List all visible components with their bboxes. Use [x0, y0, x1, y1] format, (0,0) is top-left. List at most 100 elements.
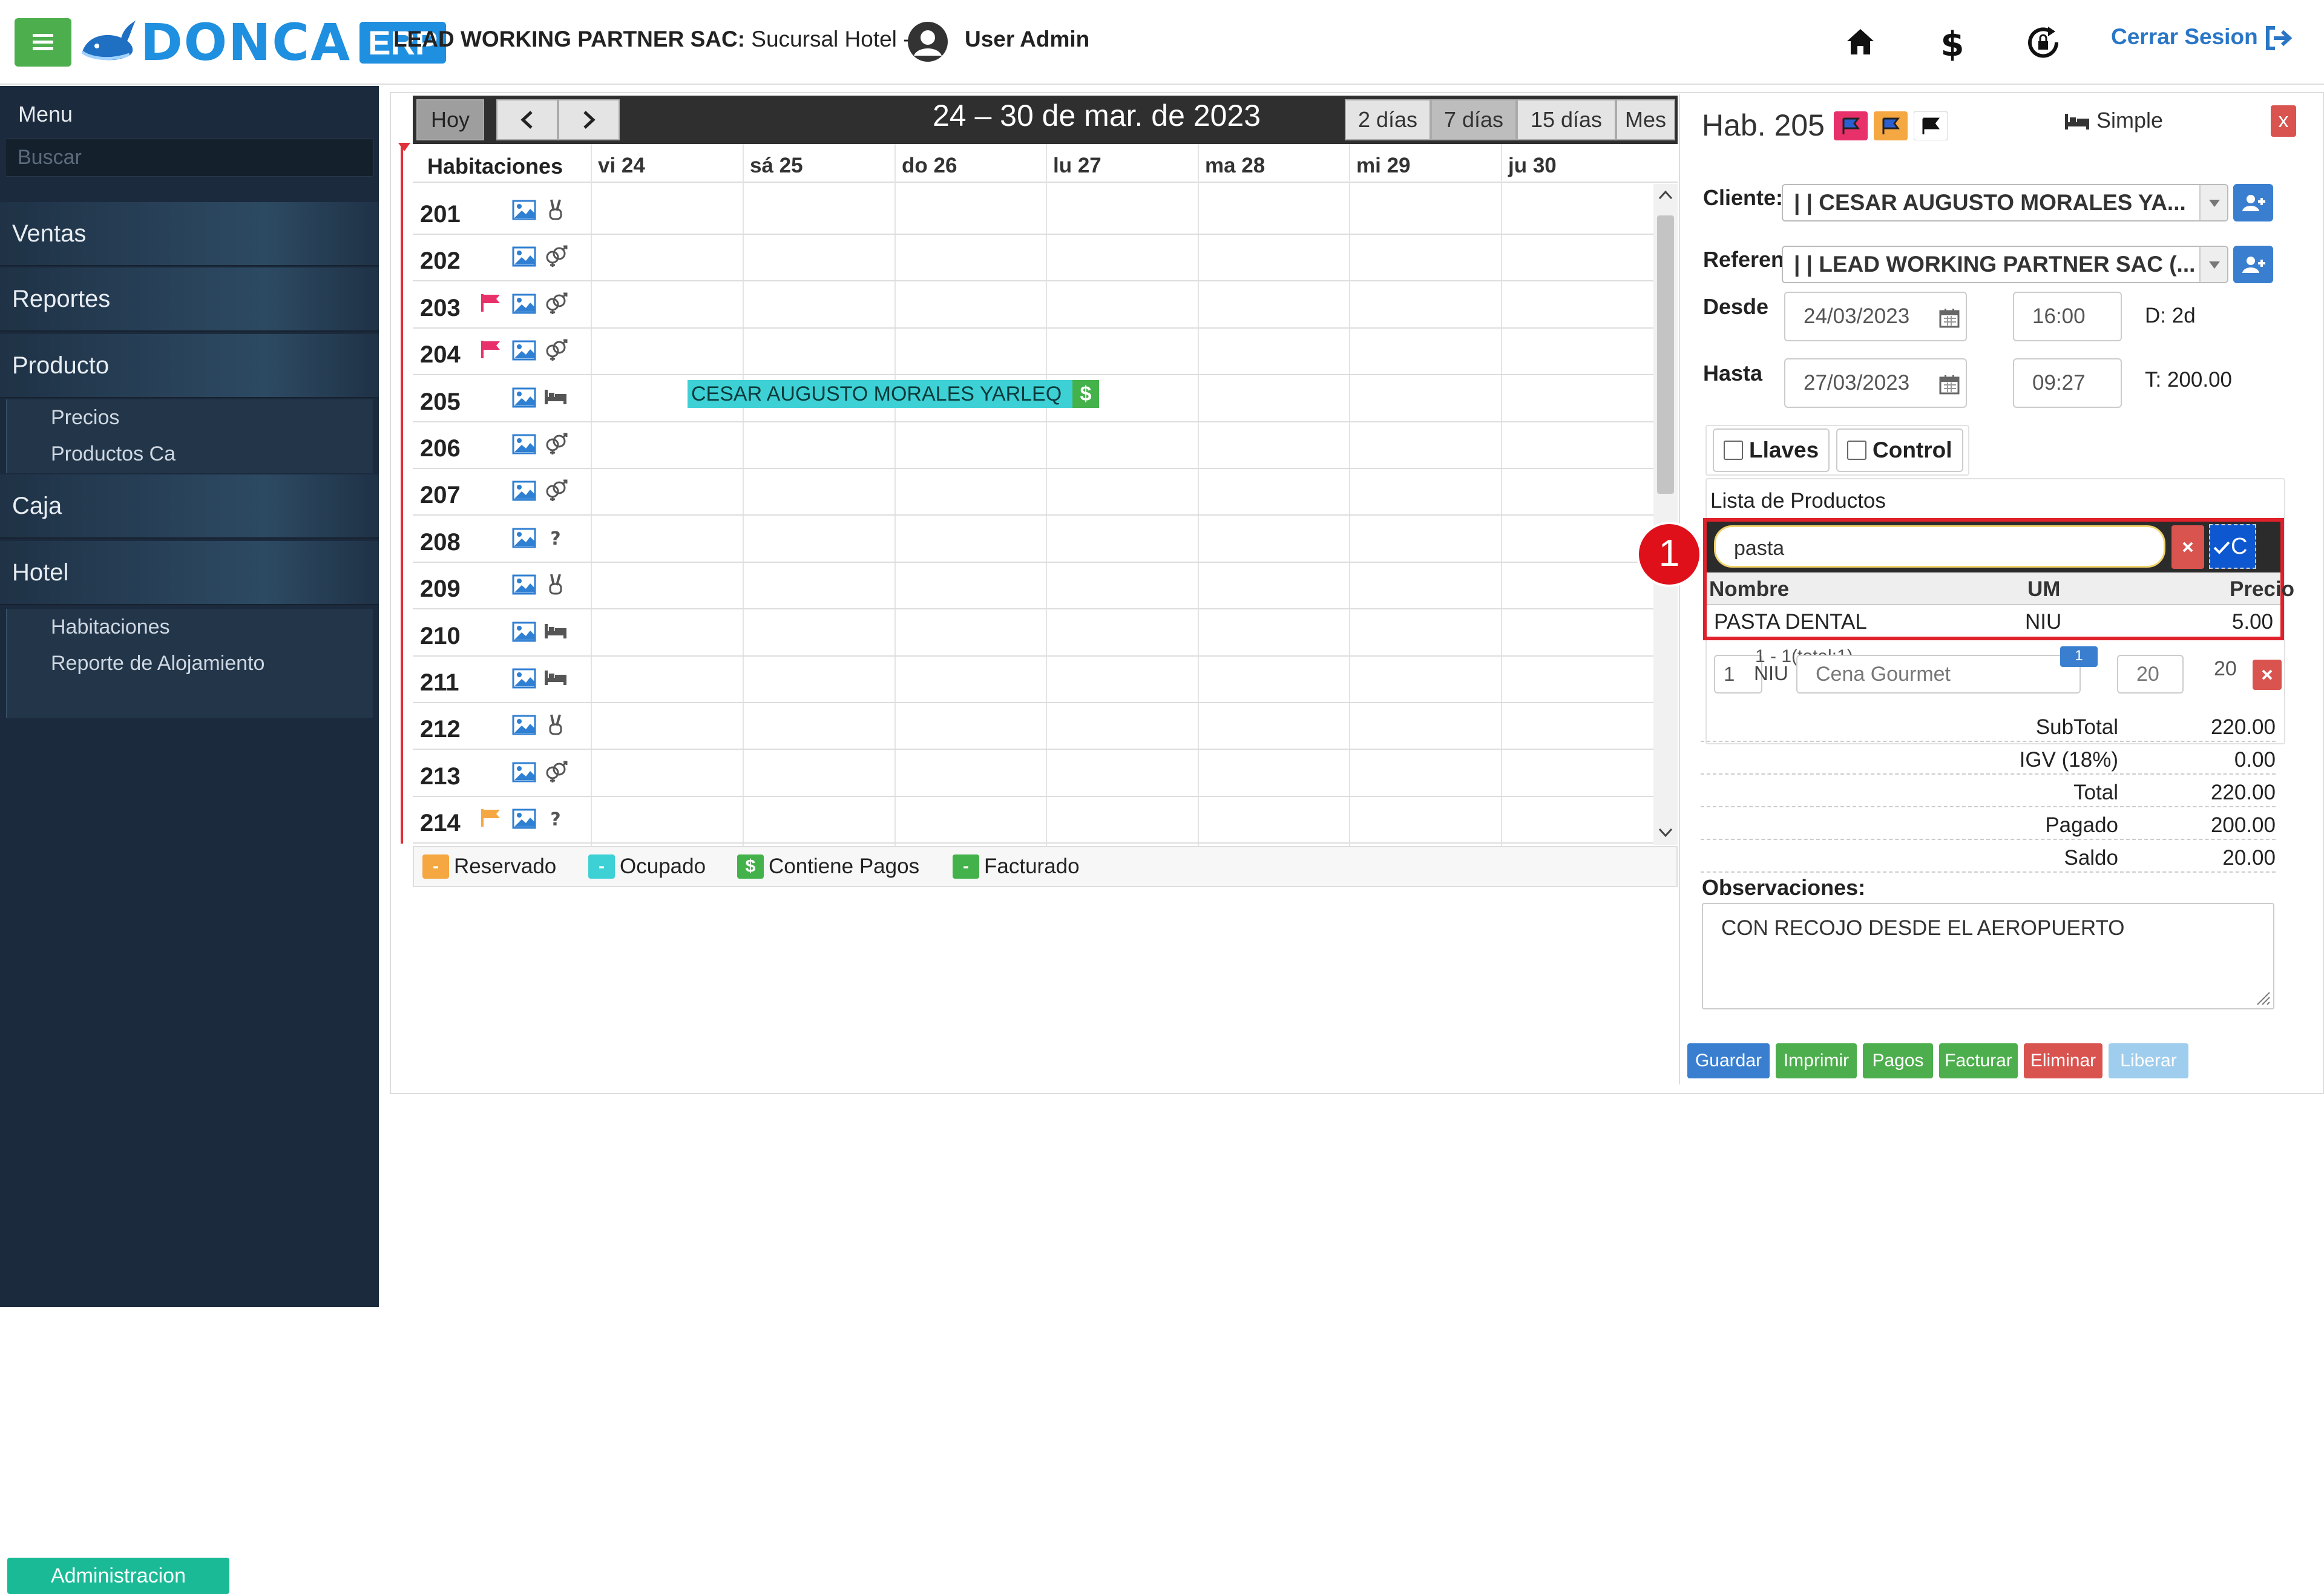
pagos-button[interactable]: Pagos [1863, 1043, 1933, 1078]
search-option-checkbox[interactable]: C [2209, 524, 2256, 569]
home-icon[interactable] [1837, 19, 1883, 65]
eliminar-button[interactable]: Eliminar [2024, 1043, 2102, 1078]
room-row-214[interactable]: 214? [413, 796, 1653, 844]
room-number[interactable]: 202 [420, 248, 461, 275]
user-name[interactable]: User Admin [965, 27, 1089, 52]
day-header-0[interactable]: vi 24 [598, 154, 645, 178]
control-checkbox-box[interactable] [1847, 441, 1866, 460]
sidebar-section-caja[interactable]: Caja [0, 474, 379, 539]
view-7-days-button[interactable]: 7 días [1431, 99, 1517, 140]
llaves-checkbox[interactable]: Llaves [1713, 428, 1830, 472]
room-number[interactable]: 206 [420, 435, 461, 462]
calendar-icon[interactable] [1939, 307, 1960, 328]
sidebar-item-reporte-alojamiento[interactable]: Reporte de Alojamiento [7, 645, 373, 681]
room-row-212[interactable]: 212 [413, 703, 1653, 750]
sidebar-item-habitaciones[interactable]: Habitaciones [7, 609, 373, 645]
line-description-input[interactable]: Cena Gourmet [1796, 655, 2081, 694]
refresh-lock-icon[interactable] [2020, 19, 2066, 65]
menu-toggle-button[interactable] [15, 18, 71, 67]
product-result-row[interactable]: PASTA DENTAL NIU 5.00 [1707, 605, 2280, 637]
prev-week-button[interactable] [496, 99, 558, 140]
line-price-input[interactable]: 20 [2117, 655, 2184, 694]
room-row-207[interactable]: 207 [413, 468, 1653, 516]
brand-logo[interactable]: DONCA ERP [79, 13, 447, 72]
room-photo-icon[interactable] [512, 808, 536, 829]
sidebar-item-precios[interactable]: Precios [7, 399, 373, 436]
scrollbar-thumb[interactable] [1657, 215, 1674, 494]
observaciones-textarea[interactable]: CON RECOJO DESDE EL AEROPUERTO [1702, 903, 2274, 1009]
black-flag-icon[interactable] [1914, 111, 1948, 140]
scroll-up-icon[interactable] [1658, 189, 1673, 201]
guardar-button[interactable]: Guardar [1687, 1043, 1770, 1078]
today-button[interactable]: Hoy [416, 99, 484, 140]
room-photo-icon[interactable] [512, 762, 536, 782]
user-avatar-icon[interactable] [907, 21, 949, 63]
calendar-icon[interactable] [1939, 374, 1960, 395]
orange-flag-icon[interactable] [1874, 111, 1908, 140]
room-number[interactable]: 210 [420, 623, 461, 650]
room-row-206[interactable]: 206 [413, 422, 1653, 469]
room-photo-icon[interactable] [512, 200, 536, 220]
day-header-3[interactable]: lu 27 [1053, 154, 1101, 178]
scroll-down-icon[interactable] [1658, 827, 1673, 839]
sidebar-search-input[interactable]: Buscar [5, 138, 374, 177]
desde-time-input[interactable]: 16:00 [2013, 292, 2122, 341]
room-row-209[interactable]: 209 [413, 562, 1653, 610]
room-row-211[interactable]: 211 [413, 656, 1653, 703]
sidebar-section-reportes[interactable]: Reportes [0, 267, 379, 332]
room-number[interactable]: 207 [420, 482, 461, 509]
view-15-days-button[interactable]: 15 días [1517, 99, 1616, 140]
room-number[interactable]: 203 [420, 295, 461, 322]
view-2-days-button[interactable]: 2 días [1345, 99, 1431, 140]
cliente-select[interactable]: | | CESAR AUGUSTO MORALES YA... [1782, 184, 2228, 221]
imprimir-button[interactable]: Imprimir [1776, 1043, 1857, 1078]
room-photo-icon[interactable] [512, 668, 536, 689]
room-photo-icon[interactable] [512, 387, 536, 408]
add-cliente-button[interactable] [2233, 184, 2273, 221]
remove-line-button[interactable] [2253, 660, 2282, 690]
room-number[interactable]: 204 [420, 341, 461, 369]
desde-date-input[interactable]: 24/03/2023 [1784, 292, 1967, 341]
hasta-date-input[interactable]: 27/03/2023 [1784, 358, 1967, 408]
next-week-button[interactable] [558, 99, 620, 140]
facturar-button[interactable]: Facturar [1939, 1043, 2018, 1078]
reservation-event-205[interactable]: CESAR AUGUSTO MORALES YARLEQ $ [688, 380, 1099, 408]
sidebar-section-ventas[interactable]: Ventas [0, 202, 379, 266]
clear-search-button[interactable] [2171, 525, 2204, 569]
pink-flag-icon[interactable] [1834, 111, 1868, 140]
day-header-4[interactable]: ma 28 [1205, 154, 1265, 178]
llaves-checkbox-box[interactable] [1724, 441, 1743, 460]
room-photo-icon[interactable] [512, 715, 536, 735]
add-referencia-button[interactable] [2233, 246, 2273, 283]
room-row-213[interactable]: 213 [413, 750, 1653, 797]
room-number[interactable]: 211 [420, 669, 459, 697]
control-checkbox[interactable]: Control [1836, 428, 1963, 472]
room-photo-icon[interactable] [512, 574, 536, 595]
day-header-6[interactable]: ju 30 [1508, 154, 1557, 178]
close-panel-button[interactable]: x [2271, 105, 2296, 137]
room-photo-icon[interactable] [512, 528, 536, 548]
room-number[interactable]: 212 [420, 716, 461, 743]
resize-handle-icon[interactable] [2254, 989, 2271, 1006]
sidebar-section-hotel[interactable]: Hotel [0, 541, 379, 605]
sidebar-item-administracion[interactable]: Administracion [7, 1558, 229, 1594]
dollar-icon[interactable]: $ [1929, 19, 1975, 65]
room-row-208[interactable]: 208? [413, 516, 1653, 563]
logout-link[interactable]: Cerrar Sesion [2111, 24, 2292, 51]
product-search-input[interactable]: pasta [1714, 525, 2165, 568]
room-row-203[interactable]: 203 [413, 281, 1653, 329]
hasta-time-input[interactable]: 09:27 [2013, 358, 2122, 408]
liberar-button[interactable]: Liberar [2109, 1043, 2188, 1078]
room-number[interactable]: 213 [420, 763, 461, 790]
room-number[interactable]: 208 [420, 529, 461, 556]
day-header-1[interactable]: sá 25 [750, 154, 803, 178]
view-month-button[interactable]: Mes [1616, 99, 1675, 140]
room-number[interactable]: 209 [420, 576, 461, 603]
day-header-5[interactable]: mi 29 [1356, 154, 1411, 178]
day-header-2[interactable]: do 26 [902, 154, 957, 178]
room-photo-icon[interactable] [512, 480, 536, 501]
room-number[interactable]: 214 [420, 810, 461, 837]
room-photo-icon[interactable] [512, 434, 536, 454]
room-row-204[interactable]: 204 [413, 328, 1653, 376]
room-row-201[interactable]: 201 [413, 188, 1653, 235]
